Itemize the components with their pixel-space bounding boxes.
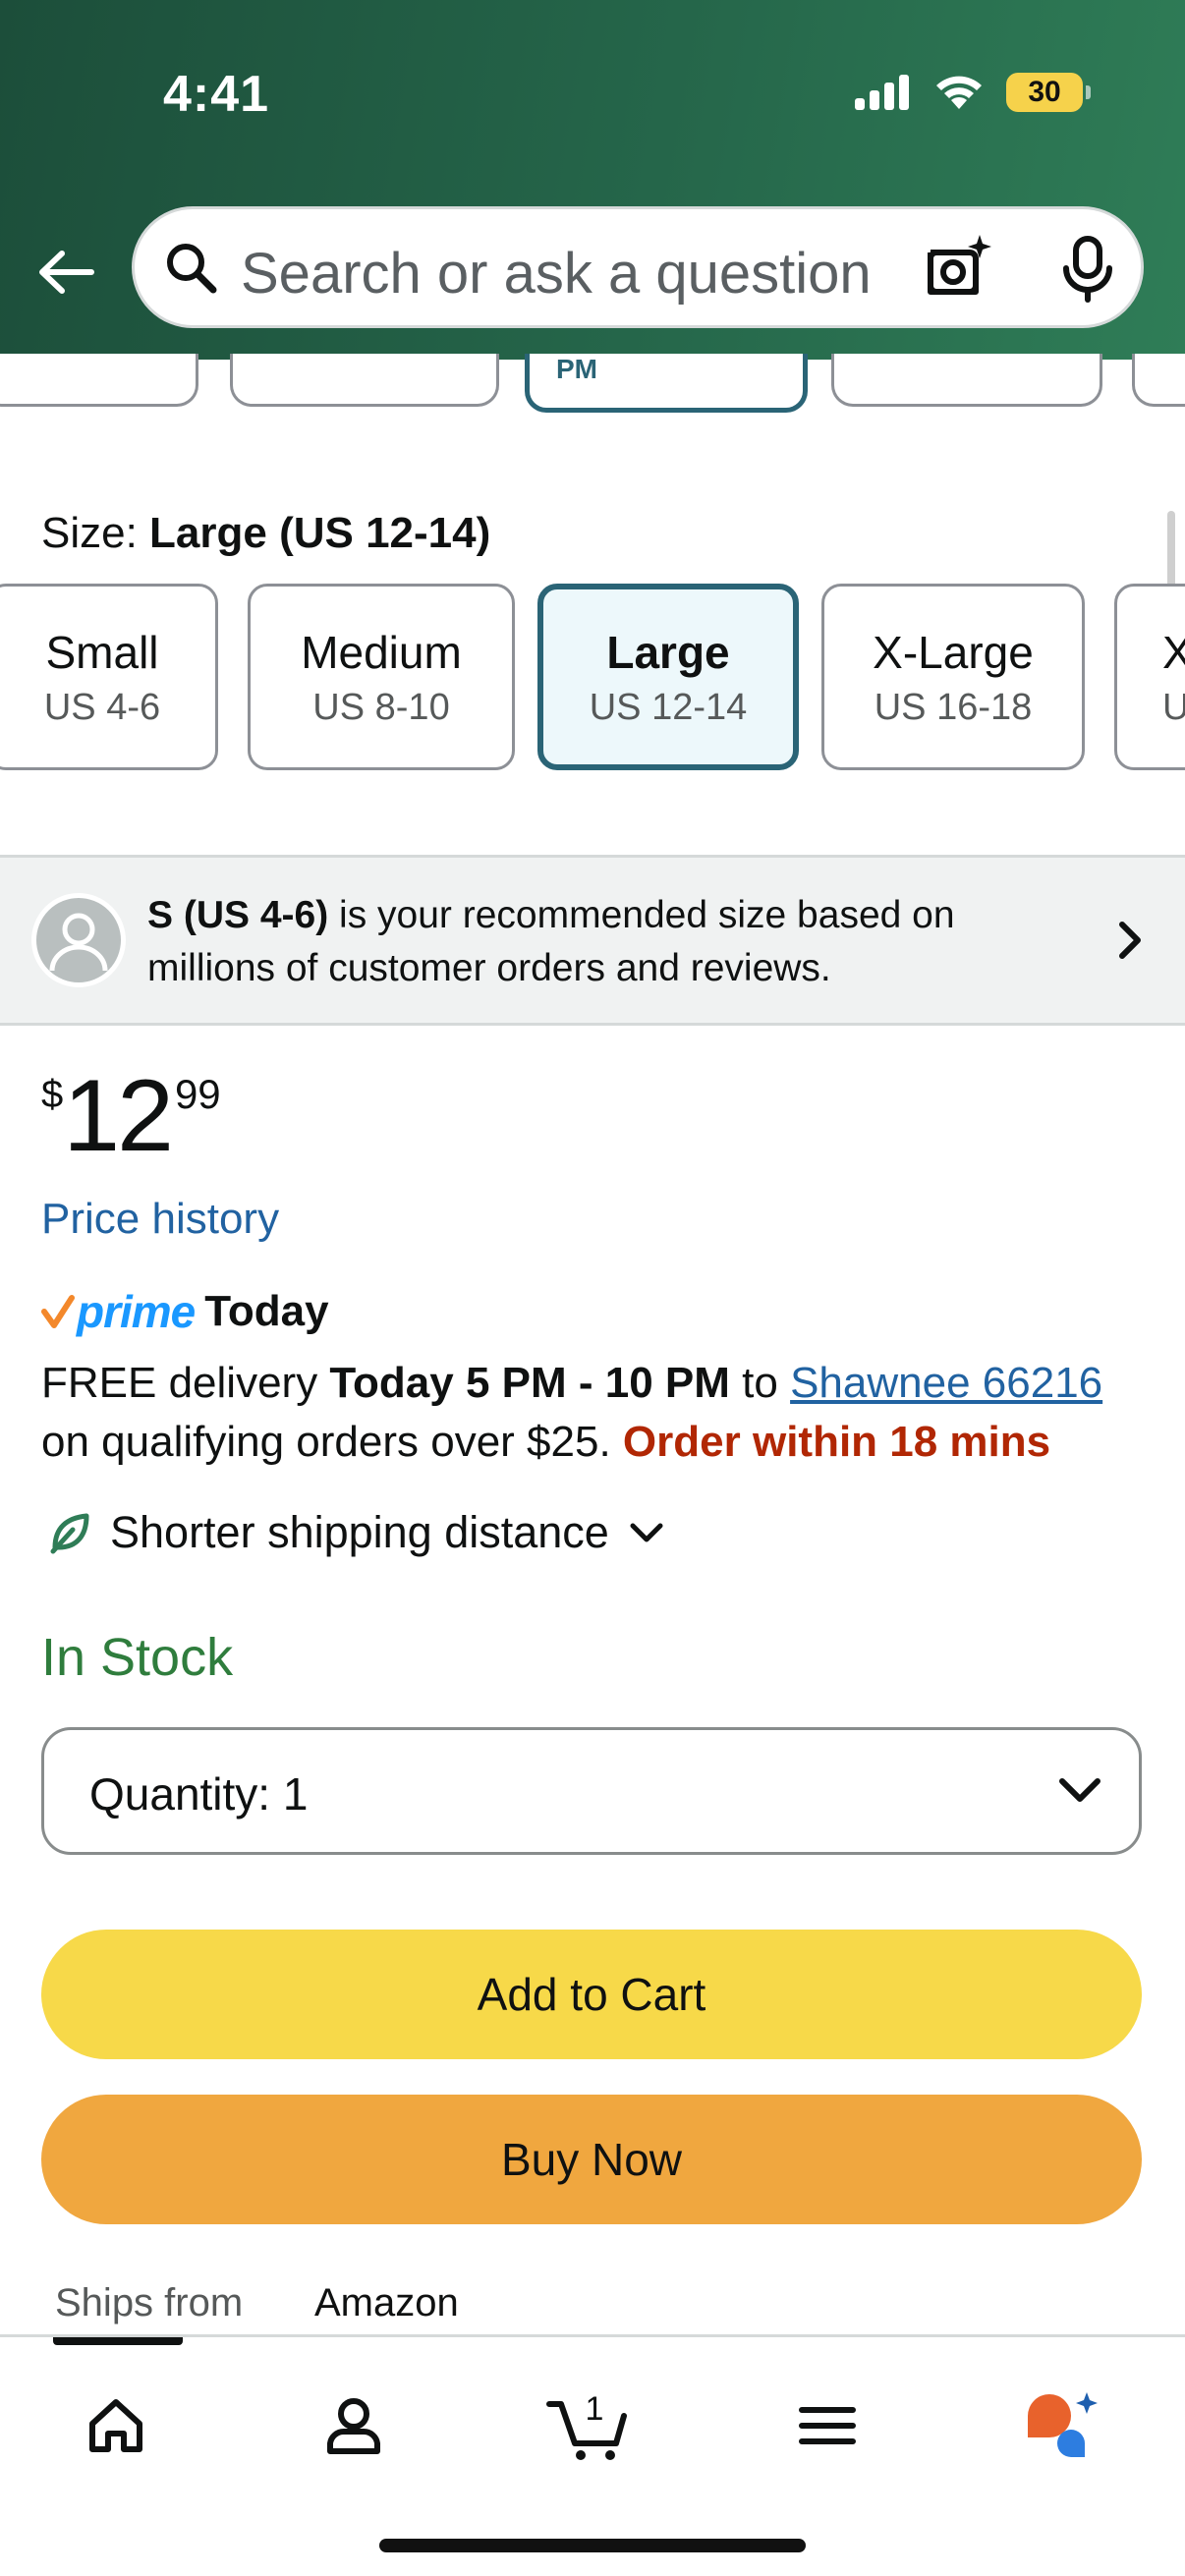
app-header: 4:41 30 Search or ask a question	[0, 0, 1185, 360]
shipping-distance-toggle[interactable]: Shorter shipping distance	[47, 1507, 666, 1558]
size-selected-value: Large (US 12-14)	[149, 509, 491, 557]
recommendation-text: S (US 4-6) is your recommended size base…	[147, 889, 1061, 995]
prime-today-label: Today	[204, 1287, 329, 1335]
quantity-select[interactable]: Quantity: 1	[41, 1727, 1142, 1855]
size-option-range: US 4-6	[43, 686, 161, 728]
price: $ 12 99	[41, 1059, 221, 1173]
home-indicator	[379, 2539, 806, 2552]
buy-now-button[interactable]: Buy Now	[41, 2095, 1142, 2224]
home-icon	[89, 2399, 142, 2452]
size-option-large[interactable]: Large US 12-14	[537, 584, 799, 770]
price-currency: $	[41, 1073, 64, 1116]
quantity-label: Quantity: 1	[89, 1767, 308, 1820]
delivery-qualifying: on qualifying orders over $25.	[41, 1418, 623, 1466]
size-label: Size: Large (US 12-14)	[41, 509, 490, 558]
size-option-partial[interactable]: X U	[1114, 584, 1185, 770]
arrow-left-icon	[39, 251, 94, 294]
search-icon	[167, 244, 217, 294]
shipping-distance-label: Shorter shipping distance	[110, 1507, 609, 1557]
variation-option[interactable]	[0, 354, 198, 407]
stock-status: In Stock	[41, 1628, 234, 1687]
avatar	[31, 893, 126, 987]
user-icon	[327, 2398, 380, 2454]
size-option-name: Small	[45, 626, 159, 678]
leaf-icon	[50, 1513, 89, 1554]
camera-lens-icon[interactable]	[921, 231, 995, 306]
menu-icon	[799, 2407, 856, 2444]
quantity-value: 1	[282, 1768, 309, 1820]
delivery-prefix: FREE delivery	[41, 1359, 330, 1407]
variation-option[interactable]	[230, 354, 499, 407]
price-whole: 12	[63, 1059, 174, 1173]
nav-account[interactable]	[295, 2377, 413, 2475]
variation-option[interactable]	[1132, 354, 1185, 407]
size-option-range: US 12-14	[589, 686, 748, 728]
active-tab-indicator	[53, 2337, 183, 2345]
variation-option-partial-label: PM	[556, 354, 597, 384]
nav-rufus[interactable]	[1002, 2377, 1120, 2475]
nav-home[interactable]	[57, 2377, 175, 2475]
price-history-link[interactable]: Price history	[41, 1195, 279, 1244]
battery-indicator: 30	[1006, 73, 1091, 112]
delivery-info: FREE delivery Today 5 PM - 10 PM to Shaw…	[41, 1354, 1152, 1472]
variation-option[interactable]	[831, 354, 1102, 407]
size-label-prefix: Size:	[41, 509, 150, 557]
prime-badge: prime Today	[41, 1285, 329, 1338]
size-option-small[interactable]: Small US 4-6	[0, 584, 218, 770]
chevron-down-icon	[1059, 1778, 1100, 1802]
prime-logo: prime	[77, 1286, 196, 1337]
order-urgency: Order within 18 mins	[622, 1418, 1051, 1466]
size-option-range: U	[1162, 686, 1185, 728]
search-bar[interactable]: Search or ask a question	[132, 206, 1144, 328]
recommended-size: S (US 4-6)	[147, 894, 329, 936]
delivery-window: Today 5 PM - 10 PM	[329, 1359, 730, 1407]
cart-icon: 1	[546, 2390, 627, 2460]
size-option-name: X-Large	[873, 626, 1034, 678]
size-option-range: US 8-10	[312, 686, 450, 728]
microphone-icon[interactable]	[1060, 235, 1115, 304]
back-button[interactable]	[29, 236, 102, 308]
delivery-to: to	[729, 1359, 791, 1407]
add-to-cart-button[interactable]: Add to Cart	[41, 1930, 1142, 2059]
size-option-name: X	[1162, 626, 1185, 678]
signal-icon	[855, 75, 909, 110]
price-fraction: 99	[174, 1071, 221, 1117]
size-recommendation-banner[interactable]: S (US 4-6) is your recommended size base…	[0, 855, 1185, 1026]
wifi-icon	[936, 76, 982, 109]
size-option-range: US 16-18	[874, 686, 1033, 728]
user-avatar-icon	[49, 913, 108, 972]
status-icons: 30	[855, 73, 1091, 112]
size-option-name: Large	[606, 626, 730, 678]
quantity-label-text: Quantity:	[89, 1768, 271, 1820]
delivery-location-link[interactable]: Shawnee 66216	[790, 1359, 1102, 1407]
ships-from-label: Ships from	[55, 2281, 244, 2324]
size-option-name: Medium	[301, 626, 462, 678]
chevron-right-icon	[1119, 922, 1141, 959]
chevron-down-icon	[630, 1523, 663, 1542]
status-time: 4:41	[163, 66, 270, 123]
nav-menu[interactable]	[768, 2377, 886, 2475]
cart-count: 1	[586, 2390, 604, 2428]
nav-cart[interactable]: 1	[531, 2377, 649, 2475]
size-option-x-large[interactable]: X-Large US 16-18	[821, 584, 1085, 770]
rufus-assistant-icon	[1028, 2392, 1098, 2457]
size-option-medium[interactable]: Medium US 8-10	[248, 584, 515, 770]
ships-from-value: Amazon	[314, 2281, 459, 2324]
prime-check-icon	[41, 1295, 75, 1328]
